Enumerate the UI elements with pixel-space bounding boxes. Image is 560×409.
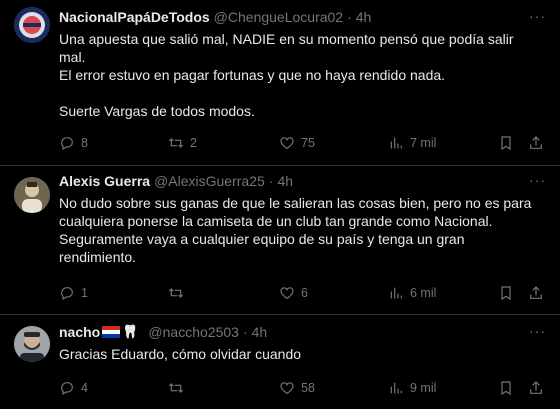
share-button[interactable] (528, 380, 544, 396)
avatar[interactable] (14, 326, 50, 362)
separator-dot: · (268, 173, 274, 189)
like-count: 6 (301, 286, 308, 300)
share-icon (530, 136, 542, 149)
view-count: 9 mil (410, 381, 437, 395)
bookmark-icon (501, 136, 511, 151)
heart-icon (280, 287, 294, 300)
timestamp[interactable]: 4h (252, 323, 268, 341)
heart-icon (280, 137, 294, 150)
author-handle[interactable]: @ChengueLocura02 (214, 8, 343, 26)
reply-icon (61, 382, 73, 396)
more-options-icon[interactable]: ··· (529, 323, 546, 339)
paraguay-flag-icon (102, 326, 121, 338)
view-count: 7 mil (410, 136, 437, 150)
author-name[interactable]: NacionalPapáDeTodos (59, 8, 210, 26)
reply-count: 8 (81, 136, 88, 150)
tweet-actions: 4 58 9 mil (59, 379, 546, 397)
avatar-crest-icon (14, 7, 50, 43)
avatar-photo-icon (14, 177, 50, 213)
reply-button[interactable]: 4 (59, 380, 88, 396)
more-options-icon[interactable]: ··· (529, 8, 546, 24)
tweet-content: NacionalPapáDeTodos @ChengueLocura02 · 4… (59, 8, 546, 120)
separator-dot: · (242, 324, 248, 340)
reply-count: 1 (81, 286, 88, 300)
like-button[interactable]: 58 (279, 380, 315, 396)
tweet-content: nacho 🦷 @naccho2503 · 4h ··· Gracias Edu… (59, 323, 546, 363)
heart-icon (280, 382, 294, 395)
tweet-text: No dudo sobre sus ganas de que le salier… (59, 195, 532, 265)
reply-icon (61, 137, 73, 151)
view-count: 6 mil (410, 286, 437, 300)
tweet-header: nacho 🦷 @naccho2503 · 4h (59, 323, 546, 341)
bookmark-button[interactable] (498, 135, 514, 151)
views-button[interactable]: 7 mil (388, 135, 436, 151)
reply-count: 4 (81, 381, 88, 395)
bookmark-button[interactable] (498, 380, 514, 396)
repost-button[interactable]: 2 (168, 135, 197, 151)
views-button[interactable]: 6 mil (388, 285, 436, 301)
timestamp[interactable]: 4h (277, 172, 293, 190)
tweet[interactable]: nacho 🦷 @naccho2503 · 4h ··· Gracias Edu… (0, 315, 560, 409)
views-chart-icon (390, 287, 402, 299)
author-name[interactable]: nacho (59, 323, 100, 341)
repost-icon (168, 288, 184, 298)
author-handle[interactable]: @AlexisGuerra25 (154, 172, 265, 190)
repost-icon (168, 383, 184, 393)
tweet-actions: 8 2 75 7 mil (59, 134, 546, 152)
share-button[interactable] (528, 135, 544, 151)
reply-icon (61, 287, 73, 301)
timestamp[interactable]: 4h (356, 8, 372, 26)
share-icon (530, 286, 542, 299)
repost-button[interactable] (168, 285, 190, 301)
tweet-header: Alexis Guerra @AlexisGuerra25 · 4h (59, 172, 546, 190)
views-button[interactable]: 9 mil (388, 380, 436, 396)
author-name[interactable]: Alexis Guerra (59, 172, 150, 190)
author-handle[interactable]: @naccho2503 (148, 323, 239, 341)
tweet-feed: NacionalPapáDeTodos @ChengueLocura02 · 4… (0, 0, 560, 409)
bookmark-button[interactable] (498, 285, 514, 301)
more-options-icon[interactable]: ··· (529, 172, 546, 188)
repost-button[interactable] (168, 380, 190, 396)
share-icon (530, 381, 542, 394)
reply-button[interactable]: 1 (59, 285, 88, 301)
tweet-text: Gracias Eduardo, cómo olvidar cuando (59, 346, 302, 362)
like-count: 75 (301, 136, 315, 150)
like-count: 58 (301, 381, 315, 395)
tooth-emoji-icon: 🦷 (122, 324, 139, 339)
tweet[interactable]: NacionalPapáDeTodos @ChengueLocura02 · 4… (0, 0, 560, 166)
repost-count: 2 (190, 136, 197, 150)
avatar-bearded-icon (14, 326, 50, 362)
share-button[interactable] (528, 285, 544, 301)
tweet[interactable]: Alexis Guerra @AlexisGuerra25 · 4h ··· N… (0, 166, 560, 315)
tweet-header: NacionalPapáDeTodos @ChengueLocura02 · 4… (59, 8, 546, 26)
tweet-text: Una apuesta que salió mal, NADIE en su m… (59, 31, 514, 119)
tweet-actions: 1 6 6 mil (59, 284, 546, 302)
bookmark-icon (501, 286, 511, 301)
avatar[interactable] (14, 177, 50, 213)
views-chart-icon (390, 137, 402, 149)
like-button[interactable]: 75 (279, 135, 315, 151)
bookmark-icon (501, 381, 511, 396)
like-button[interactable]: 6 (279, 285, 308, 301)
separator-dot: · (347, 9, 352, 25)
avatar[interactable] (14, 7, 50, 43)
tweet-content: Alexis Guerra @AlexisGuerra25 · 4h ··· N… (59, 172, 546, 266)
reply-button[interactable]: 8 (59, 135, 88, 151)
repost-icon (168, 138, 184, 148)
views-chart-icon (390, 382, 402, 394)
